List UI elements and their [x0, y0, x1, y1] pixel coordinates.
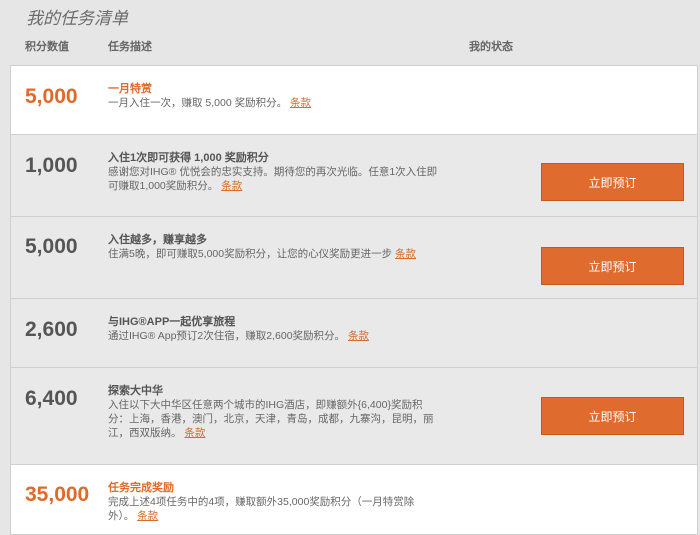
- task-points: 5,000: [25, 235, 78, 258]
- task-text-body: 感谢您对IHG® 优悦会的忠实支持。期待您的再次光临。任意1次入住即可赚取1,0…: [108, 166, 438, 192]
- book-now-button[interactable]: 立即预订: [541, 163, 684, 201]
- task-points: 35,000: [25, 483, 90, 506]
- book-now-button[interactable]: 立即预订: [541, 397, 684, 435]
- task-description: 入住越多，赚享越多 住满5晚，即可赚取5,000奖励积分，让您的心仪奖励更进一步…: [108, 233, 438, 261]
- task-row-first-stay: 1,000 入住1次即可获得 1,000 奖励积分 感谢您对IHG® 优悦会的忠…: [10, 135, 698, 217]
- terms-link[interactable]: 条款: [184, 427, 205, 439]
- task-text: 一月入住一次，赚取 5,000 奖励积分。 条款: [108, 96, 438, 110]
- task-points: 6,400: [25, 387, 78, 410]
- task-text: 完成上述4项任务中的4项，赚取额外35,000奖励积分（一月特赏除外）。 条款: [108, 495, 438, 523]
- task-description: 探索大中华 入住以下大中华区任意两个城市的IHG酒店，即赚额外{6,400}奖励…: [108, 384, 438, 440]
- column-header-points: 积分数值: [25, 41, 69, 53]
- task-points: 5,000: [25, 85, 78, 108]
- terms-link[interactable]: 条款: [395, 248, 416, 260]
- task-row-explore-greater-china: 6,400 探索大中华 入住以下大中华区任意两个城市的IHG酒店，即赚额外{6,…: [10, 368, 698, 465]
- task-text: 通过IHG® App预订2次住宿，赚取2,600奖励积分。 条款: [108, 329, 438, 343]
- task-title: 任务完成奖励: [108, 482, 174, 494]
- terms-link[interactable]: 条款: [221, 180, 242, 192]
- task-text: 入住以下大中华区任意两个城市的IHG酒店，即赚额外{6,400}奖励积分：上海，…: [108, 398, 438, 440]
- task-row-ihg-app: 2,600 与IHG®APP一起优享旅程 通过IHG® App预订2次住宿，赚取…: [10, 299, 698, 368]
- task-text-body: 一月入住一次，赚取 5,000 奖励积分。: [108, 97, 288, 109]
- task-title: 入住越多，赚享越多: [108, 234, 207, 246]
- task-points: 2,600: [25, 318, 78, 341]
- task-description: 与IHG®APP一起优享旅程 通过IHG® App预订2次住宿，赚取2,600奖…: [108, 315, 438, 343]
- task-title: 入住1次即可获得 1,000 奖励积分: [108, 152, 269, 164]
- page-title: 我的任务清单: [26, 9, 128, 28]
- task-text-body: 通过IHG® App预订2次住宿，赚取2,600奖励积分。: [108, 330, 346, 342]
- task-title: 一月特赏: [108, 83, 152, 95]
- task-points: 1,000: [25, 154, 78, 177]
- task-title: 探索大中华: [108, 385, 163, 397]
- task-title: 与IHG®APP一起优享旅程: [108, 316, 236, 328]
- task-row-stay-more: 5,000 入住越多，赚享越多 住满5晚，即可赚取5,000奖励积分，让您的心仪…: [10, 217, 698, 299]
- task-row-monthly-bonus: 5,000 一月特赏 一月入住一次，赚取 5,000 奖励积分。 条款: [10, 65, 698, 135]
- terms-link[interactable]: 条款: [348, 330, 369, 342]
- terms-link[interactable]: 条款: [137, 510, 158, 522]
- task-text: 感谢您对IHG® 优悦会的忠实支持。期待您的再次光临。任意1次入住即可赚取1,0…: [108, 165, 438, 193]
- task-text: 住满5晚，即可赚取5,000奖励积分，让您的心仪奖励更进一步 条款: [108, 247, 438, 261]
- task-list: 5,000 一月特赏 一月入住一次，赚取 5,000 奖励积分。 条款 1,00…: [10, 65, 698, 535]
- column-header-status: 我的状态: [469, 41, 513, 53]
- book-now-button[interactable]: 立即预订: [541, 247, 684, 285]
- terms-link[interactable]: 条款: [290, 97, 311, 109]
- task-text-body: 入住以下大中华区任意两个城市的IHG酒店，即赚额外{6,400}奖励积分：上海，…: [108, 399, 434, 439]
- task-description: 一月特赏 一月入住一次，赚取 5,000 奖励积分。 条款: [108, 82, 438, 110]
- task-description: 任务完成奖励 完成上述4项任务中的4项，赚取额外35,000奖励积分（一月特赏除…: [108, 481, 438, 523]
- column-header-description: 任务描述: [108, 41, 152, 53]
- task-text-body: 住满5晚，即可赚取5,000奖励积分，让您的心仪奖励更进一步: [108, 248, 393, 260]
- task-description: 入住1次即可获得 1,000 奖励积分 感谢您对IHG® 优悦会的忠实支持。期待…: [108, 151, 438, 193]
